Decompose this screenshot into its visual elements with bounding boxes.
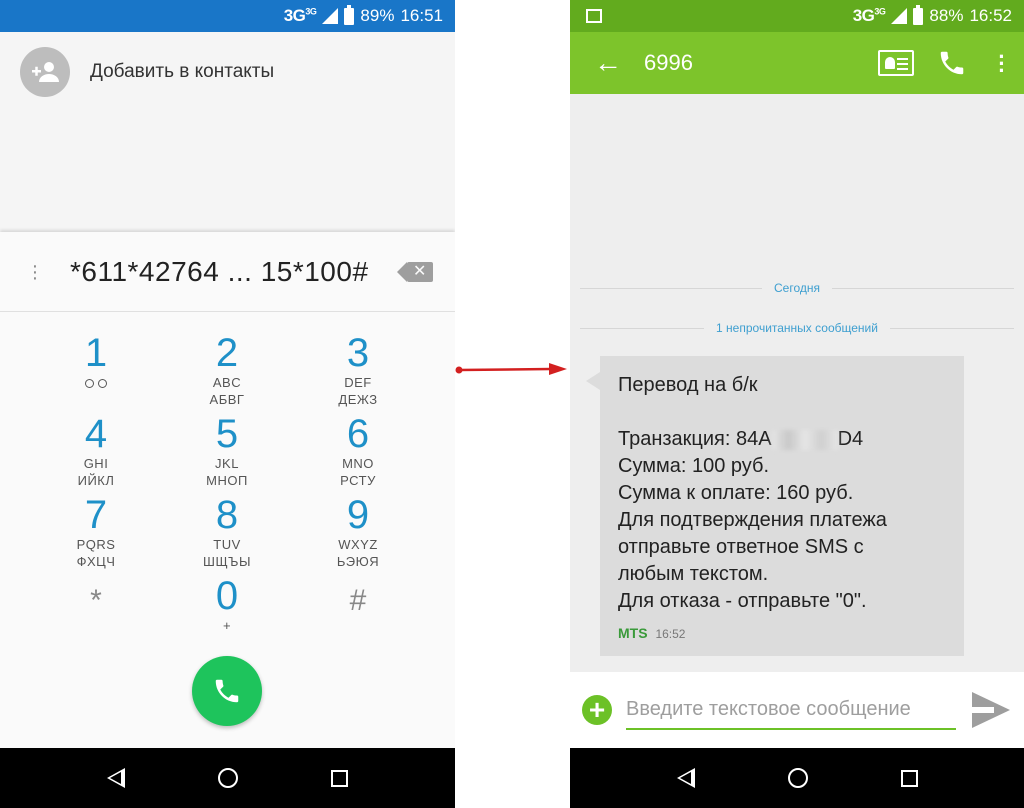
back-icon[interactable]: [106, 768, 125, 788]
contact-title: 6996: [644, 50, 693, 75]
message-line: Для подтверждения платежа: [618, 509, 887, 531]
contact-card-icon: [878, 50, 914, 76]
recent-apps-icon[interactable]: [900, 769, 918, 787]
recent-apps-icon[interactable]: [331, 769, 349, 787]
key-0[interactable]: 0 +: [177, 575, 277, 634]
message-line: Перевод на б/к: [618, 374, 758, 396]
attach-plus-icon[interactable]: +: [582, 695, 612, 725]
message-line: Транзакция: 84A D4: [618, 428, 864, 450]
message-line: Для отказа - отправьте "0".: [618, 590, 867, 612]
message-sender: MTS: [618, 625, 648, 641]
red-arrow: [455, 363, 567, 375]
phone-icon: [940, 51, 964, 75]
voicemail-icon: [85, 379, 107, 388]
message-input[interactable]: [626, 690, 956, 730]
key-8[interactable]: 8 TUV ШЩЪЫ: [177, 494, 277, 570]
contact-card-button[interactable]: [868, 50, 924, 76]
message-time: 16:52: [655, 627, 686, 641]
key-4[interactable]: 4 GHI ИЙКЛ: [46, 413, 146, 489]
redacted-block: [771, 429, 838, 450]
network-indicator: 3G3G: [283, 6, 317, 25]
key-7[interactable]: 7 PQRS ФХЦЧ: [46, 494, 146, 570]
date-separator: Сегодня: [580, 278, 1014, 298]
dialer-screen: 3G3G 89% 16:51 Добавить в контакты · · · *…: [0, 0, 455, 808]
back-icon[interactable]: [676, 768, 695, 788]
message-meta: MTS 16:52: [618, 625, 946, 641]
status-bar: 3G3G 89% 16:51: [0, 0, 455, 32]
message-line: Сумма: 100 руб.: [618, 455, 770, 477]
sms-screen: 3G3G 88% 16:52 ← 6996 · · · Сегодня 1 непр…: [570, 0, 1024, 808]
home-icon[interactable]: [217, 768, 238, 788]
signal-icon: [891, 8, 908, 24]
battery-icon: [344, 4, 355, 25]
battery-percent: 88%: [929, 6, 964, 25]
add-contact-label: Добавить в контакты: [90, 61, 275, 82]
key-star[interactable]: *: [46, 584, 146, 618]
add-to-contacts-row[interactable]: Добавить в контакты: [0, 32, 455, 112]
clock: 16:52: [969, 6, 1012, 25]
home-icon[interactable]: [787, 768, 808, 788]
backspace-icon[interactable]: ✕: [397, 261, 433, 282]
message-bubble[interactable]: Перевод на б/к Транзакция: 84A D4 Сумма: …: [586, 356, 964, 656]
key-9[interactable]: 9 WXYZ ЬЭЮЯ: [308, 494, 408, 570]
message-line: Сумма к оплате: 160 руб.: [618, 482, 854, 504]
signal-icon: [322, 8, 339, 24]
phone-icon: [215, 679, 239, 703]
image-notification-icon: [586, 9, 602, 23]
dialed-number[interactable]: *611*42764 ... 15*100#: [70, 256, 407, 288]
battery-percent: 89%: [360, 6, 395, 25]
overflow-menu-icon[interactable]: · · ·: [980, 45, 1024, 81]
network-indicator: 3G3G: [852, 6, 886, 25]
navigation-bar: [0, 748, 455, 808]
overflow-menu-icon[interactable]: · · ·: [0, 256, 70, 288]
battery-icon: [913, 4, 924, 25]
navigation-bar: [570, 748, 1024, 808]
key-6[interactable]: 6 MNO РСТУ: [308, 413, 408, 489]
status-bar: 3G3G 88% 16:52: [570, 0, 1024, 32]
message-line: отправьте ответное SMS с: [618, 536, 864, 558]
call-toolbar-button[interactable]: [924, 48, 980, 78]
key-3[interactable]: 3 DEF ДЕЖЗ: [308, 332, 408, 408]
key-1[interactable]: 1: [46, 332, 146, 391]
dialed-number-row: · · · *611*42764 ... 15*100# ✕: [0, 232, 455, 312]
key-hash[interactable]: #: [308, 584, 408, 618]
message-line: любым текстом.: [618, 563, 769, 585]
clock: 16:51: [400, 6, 443, 25]
add-person-icon: [20, 47, 70, 97]
message-composer: +: [570, 672, 1024, 748]
conversation-toolbar: ← 6996 · · ·: [570, 32, 1024, 94]
send-icon[interactable]: [972, 692, 1010, 728]
call-button[interactable]: [192, 656, 262, 726]
key-2[interactable]: 2 ABC АБВГ: [177, 332, 277, 408]
dialpad-panel: · · · *611*42764 ... 15*100# ✕ 1 2 ABC АБВ…: [0, 232, 455, 748]
back-arrow-icon[interactable]: ←: [570, 47, 644, 79]
key-5[interactable]: 5 JKL МНОП: [177, 413, 277, 489]
unread-separator: 1 непрочитанных сообщений: [580, 318, 1014, 338]
